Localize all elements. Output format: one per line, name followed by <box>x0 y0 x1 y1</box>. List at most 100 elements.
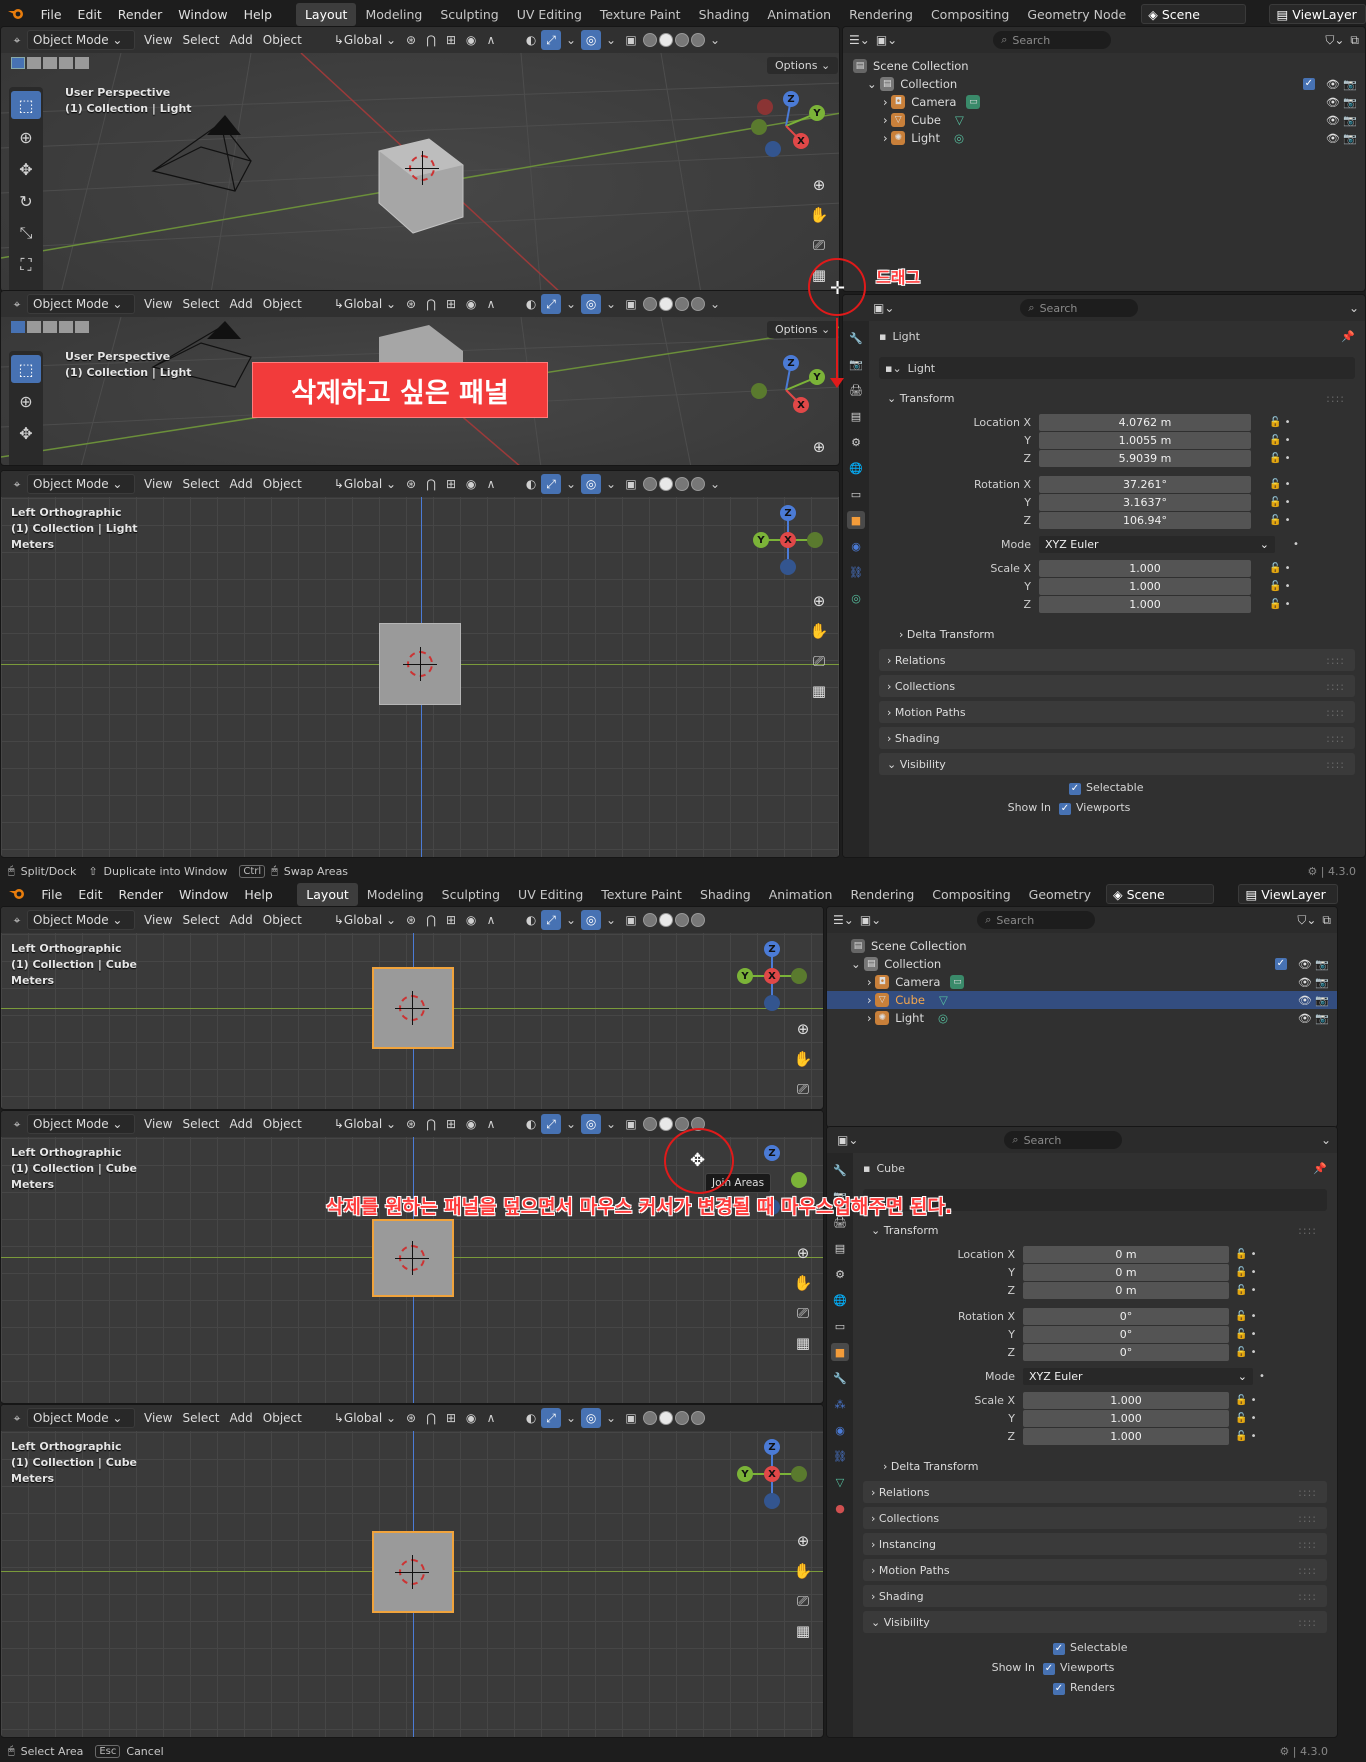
viewport-top-perspective[interactable]: ⌖ Object Mode ⌄ View Select Add Object ↳… <box>0 26 840 292</box>
world-tab-icon[interactable]: 🌐 <box>847 459 865 477</box>
collection-tab-icon[interactable]: ▭ <box>847 485 865 503</box>
viewport-bottom-1[interactable]: ⌖ Object Mode ⌄ View Select Add Object ↳… <box>0 906 824 1110</box>
editor-type-icon[interactable]: ⌖ <box>7 1114 27 1134</box>
overlays-toggle-icon[interactable]: ◎ <box>581 30 602 50</box>
location-z-field[interactable]: 0 m <box>1023 1281 1229 1299</box>
outliner-item-cube-selected[interactable]: › ▽ Cube ▽ 👁 📷 <box>827 991 1337 1009</box>
new-collection-icon[interactable]: ⧉ <box>1350 33 1359 48</box>
pivot-icon[interactable]: ⊛ <box>401 910 421 930</box>
overlays-dropdown-icon[interactable]: ⌄ <box>601 1114 621 1134</box>
pin-icon[interactable]: 📌 <box>1341 330 1355 343</box>
object-tab-icon[interactable]: ■ <box>847 511 865 529</box>
constraints-tab-icon[interactable]: ⛓ <box>831 1447 849 1465</box>
select-tool-icon[interactable]: ⬚ <box>11 91 41 119</box>
outliner-collection[interactable]: ⌄ ▤ Collection ✓ 👁 📷 <box>827 955 1337 973</box>
overlays-toggle-icon[interactable]: ◎ <box>581 910 602 930</box>
shading-modes[interactable] <box>643 297 706 311</box>
view-menu[interactable]: View <box>139 1114 177 1134</box>
pan-icon[interactable]: ✋ <box>807 619 831 643</box>
snap-icon[interactable]: ⋂ <box>421 30 441 50</box>
navigation-gizmo[interactable]: Z Y X <box>751 355 825 425</box>
overlays-dropdown-icon[interactable]: ⌄ <box>601 30 621 50</box>
location-y-field[interactable]: 0 m <box>1023 1263 1229 1281</box>
transform-orientation-dropdown[interactable]: ↳ Global ⌄ <box>329 1114 401 1134</box>
xray-icon[interactable]: ▣ <box>621 474 641 494</box>
outliner-item-camera[interactable]: › ◘ Camera ▭ 👁 📷 <box>827 973 1337 991</box>
scale-y-field[interactable]: 1.000 <box>1039 577 1251 595</box>
gizmo-toggle-icon[interactable]: ⤢ <box>541 1408 562 1428</box>
menu-render[interactable]: Render <box>111 887 172 902</box>
gizmo-toggle-icon[interactable]: ⤢ <box>541 1114 562 1134</box>
object-menu[interactable]: Object <box>258 294 307 314</box>
proportional-edit-icon[interactable]: ◉ <box>461 30 481 50</box>
overlays-toggle-icon[interactable]: ◎ <box>581 1408 602 1428</box>
xray-icon[interactable]: ▣ <box>621 30 641 50</box>
workspace-tab-sculpting[interactable]: Sculpting <box>433 883 509 906</box>
add-menu[interactable]: Add <box>225 1408 258 1428</box>
editor-type-icon[interactable]: ▣⌄ <box>873 301 894 315</box>
grid-toggle-icon[interactable]: ▦ <box>791 1331 815 1355</box>
outliner-search[interactable]: ⌕ Search <box>977 911 1096 929</box>
gizmo-toggle-icon[interactable]: ⤢ <box>541 30 562 50</box>
tool-tab-icon[interactable]: 🔧 <box>831 1161 849 1179</box>
view-layer-selector[interactable]: ▤ ViewLayer <box>1269 4 1366 24</box>
scale-z-field[interactable]: 1.000 <box>1039 595 1251 613</box>
outliner-collection[interactable]: ⌄ ▤ Collection ✓ 👁 📷 <box>843 75 1365 93</box>
data-tab-icon[interactable]: ▽ <box>831 1473 849 1491</box>
scale-z-field[interactable]: 1.000 <box>1023 1427 1229 1445</box>
cursor-tool-icon[interactable]: ⊕ <box>11 123 41 151</box>
relations-section[interactable]: › Relations:::: <box>879 649 1355 671</box>
select-mode-buttons[interactable] <box>11 321 89 333</box>
transform-orientation-dropdown[interactable]: ↳ Global ⌄ <box>329 30 401 50</box>
view-menu[interactable]: View <box>139 474 177 494</box>
camera-view-icon[interactable]: ⎚ <box>791 1077 815 1101</box>
workspace-tab-geometry-nodes[interactable]: Geometry Node <box>1018 3 1135 26</box>
camera-view-icon[interactable]: ⎚ <box>807 233 831 257</box>
pivot-icon[interactable]: ⊛ <box>401 474 421 494</box>
gizmo-dropdown-icon[interactable]: ⌄ <box>561 294 581 314</box>
view-layer-tab-icon[interactable]: ▤ <box>831 1239 849 1257</box>
overlays-toggle-icon[interactable]: ◎ <box>581 1114 602 1134</box>
scene-selector[interactable]: ◈ Scene <box>1106 884 1214 904</box>
transform-tool-icon[interactable]: ⛶ <box>11 251 41 279</box>
snap-icon[interactable]: ⋂ <box>421 910 441 930</box>
proportional-edit-icon[interactable]: ◉ <box>461 1114 481 1134</box>
move-tool-icon[interactable]: ✥ <box>11 419 41 447</box>
pan-icon[interactable]: ✋ <box>791 1559 815 1583</box>
properties-search[interactable]: ⌕ Search <box>1004 1131 1123 1149</box>
view-layer-selector[interactable]: ▤ ViewLayer <box>1238 884 1338 904</box>
gizmo-toggle-icon[interactable]: ⤢ <box>541 294 562 314</box>
object-menu[interactable]: Object <box>258 910 307 930</box>
pan-icon[interactable]: ✋ <box>791 1047 815 1071</box>
pin-icon[interactable]: 📌 <box>1313 1162 1327 1175</box>
gizmo-toggle-icon[interactable]: ⤢ <box>541 910 562 930</box>
shading-dropdown-icon[interactable]: ⌄ <box>705 474 725 494</box>
falloff-icon[interactable]: ∧ <box>481 910 501 930</box>
workspace-tab-compositing[interactable]: Compositing <box>922 3 1018 26</box>
rotation-z-field[interactable]: 106.94° <box>1039 511 1251 529</box>
navigation-gizmo[interactable]: Z Y X <box>751 91 825 161</box>
object-menu[interactable]: Object <box>258 1408 307 1428</box>
blender-logo-icon[interactable] <box>6 886 27 902</box>
select-menu[interactable]: Select <box>177 30 224 50</box>
overlays-toggle-icon[interactable]: ◎ <box>581 294 602 314</box>
overlays-toggle-icon[interactable]: ◎ <box>581 474 602 494</box>
snap-icon[interactable]: ⋂ <box>421 474 441 494</box>
visibility-icon[interactable]: ◐ <box>521 1114 541 1134</box>
mode-dropdown[interactable]: Object Mode ⌄ <box>27 910 135 930</box>
add-menu[interactable]: Add <box>225 30 258 50</box>
gizmo-toggle-icon[interactable]: ⤢ <box>541 474 562 494</box>
outliner-item-light[interactable]: › ✺ Light ◎ 👁 📷 <box>827 1009 1337 1027</box>
overlays-dropdown-icon[interactable]: ⌄ <box>601 474 621 494</box>
transform-orientation-dropdown[interactable]: ↳ Global ⌄ <box>329 474 401 494</box>
mode-dropdown[interactable]: Object Mode ⌄ <box>27 1408 135 1428</box>
display-mode-icon[interactable]: ▣⌄ <box>876 33 897 47</box>
scene-tab-icon[interactable]: ⚙ <box>847 433 865 451</box>
properties-search[interactable]: ⌕ Search <box>1020 299 1139 317</box>
workspace-tab-rendering[interactable]: Rendering <box>841 883 923 906</box>
editor-type-icon[interactable]: ⌖ <box>7 1408 27 1428</box>
object-menu[interactable]: Object <box>258 30 307 50</box>
mode-dropdown[interactable]: Object Mode ⌄ <box>27 294 135 314</box>
editor-type-icon[interactable]: ⌖ <box>7 910 27 930</box>
delta-transform-section[interactable]: › Delta Transform <box>875 1455 1327 1477</box>
